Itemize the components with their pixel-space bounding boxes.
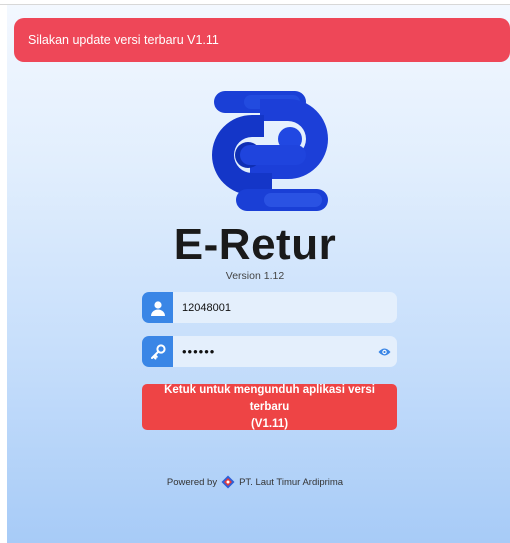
app-version: Version 1.12: [225, 270, 285, 282]
password-value[interactable]: ••••••: [173, 344, 371, 359]
company-logo-icon: [221, 475, 235, 489]
user-icon: [142, 292, 173, 323]
username-field[interactable]: 12048001: [142, 292, 397, 323]
download-update-button[interactable]: Ketuk untuk mengunduh aplikasi versi ter…: [142, 384, 397, 430]
download-button-line1: Ketuk untuk mengunduh aplikasi versi ter…: [164, 383, 375, 413]
e-retur-logo: [212, 91, 328, 211]
company-name: PT. Laut Timur Ardiprima: [239, 476, 344, 488]
powered-by-footer: Powered by PT. Laut Timur Ardiprima: [7, 475, 510, 489]
update-alert-banner: Silakan update versi terbaru V1.11: [14, 18, 510, 62]
password-field[interactable]: ••••••: [142, 336, 397, 367]
update-alert-text: Silakan update versi terbaru V1.11: [28, 33, 219, 47]
username-value[interactable]: 12048001: [173, 302, 397, 314]
powered-by-label: Powered by: [166, 476, 218, 488]
download-button-line2: (V1.11): [250, 417, 289, 430]
app-screen: Silakan update versi terbaru V1.11 E-Ret…: [7, 5, 510, 543]
key-icon: [142, 336, 173, 367]
app-name: E-Retur: [173, 220, 337, 269]
eye-icon[interactable]: [371, 336, 397, 367]
